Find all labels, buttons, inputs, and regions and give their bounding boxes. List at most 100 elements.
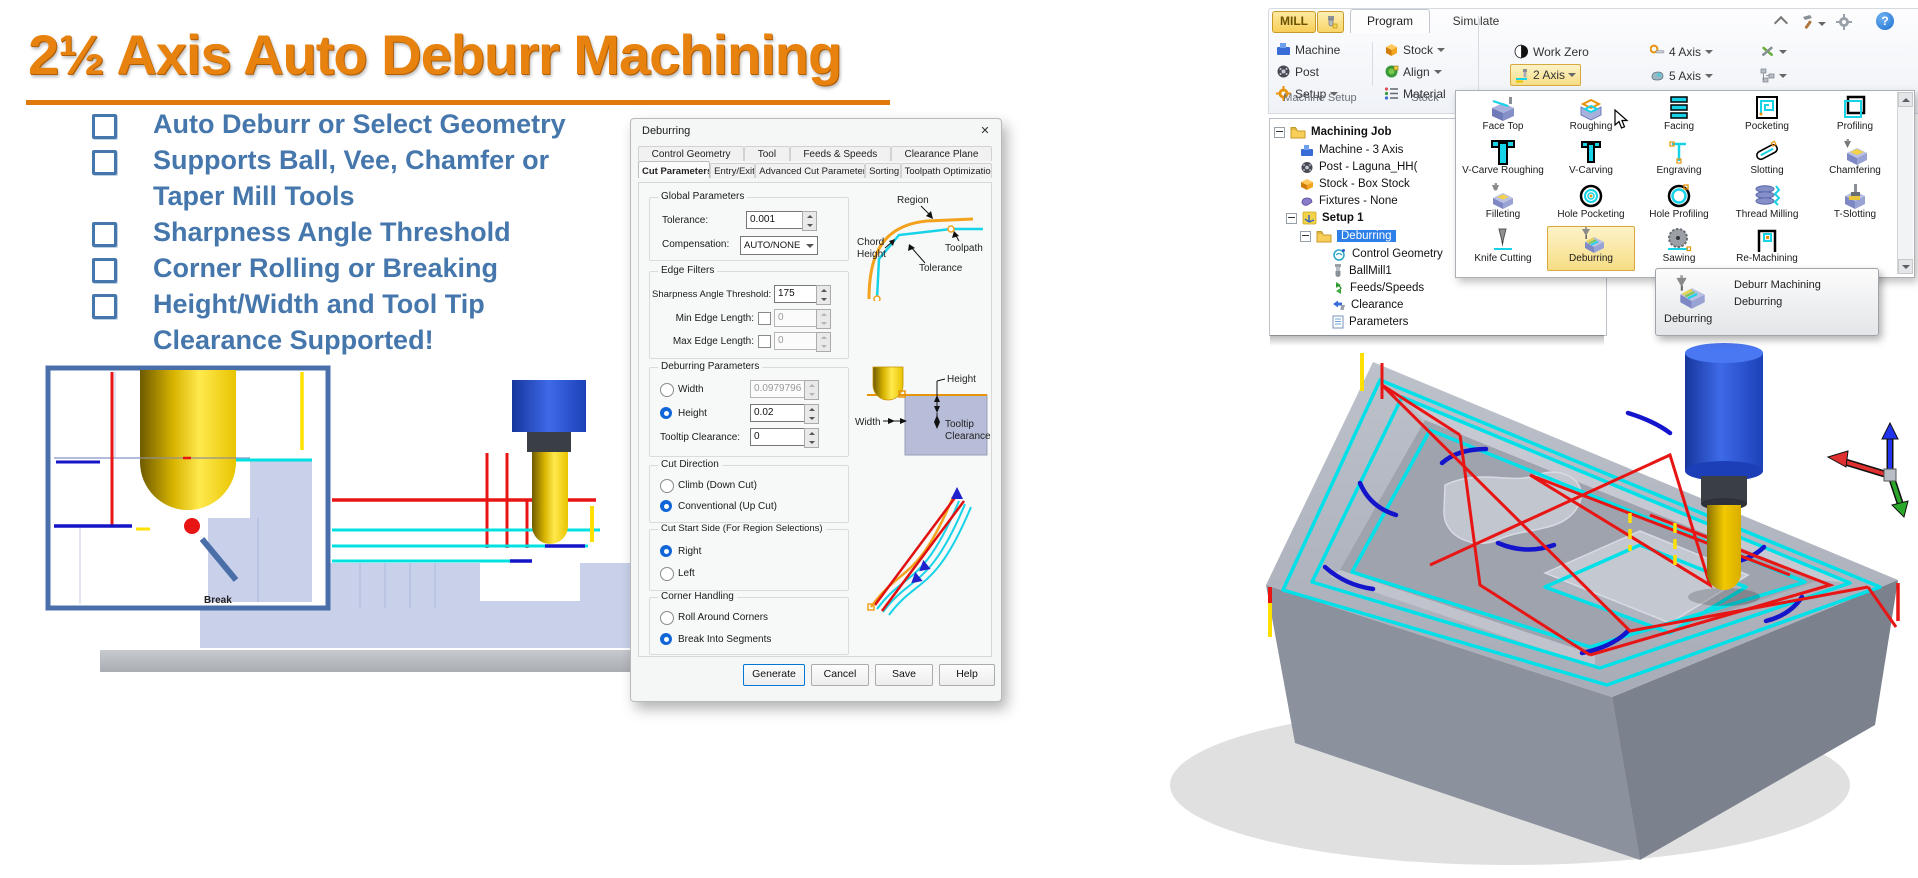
- gallery-item-v-carving[interactable]: V-Carving: [1548, 139, 1634, 182]
- width-radio[interactable]: [660, 383, 674, 397]
- tolerance-spinner[interactable]: [802, 211, 817, 231]
- tab-toolpath-optimization[interactable]: Toolpath Optimization: [901, 163, 992, 178]
- gear-icon[interactable]: [1834, 13, 1854, 31]
- 5-axis-button[interactable]: 5 Axis: [1650, 66, 1713, 85]
- v-carve-roughing-icon: [1460, 139, 1546, 165]
- tab-sorting[interactable]: Sorting: [865, 163, 901, 178]
- gallery-item-re-machining[interactable]: Re-Machining: [1724, 227, 1810, 270]
- width-input[interactable]: 0.0979796: [750, 380, 810, 398]
- tab-program[interactable]: Program: [1350, 9, 1430, 33]
- tab-entry-exit[interactable]: Entry/Exit: [710, 163, 755, 178]
- gallery-item-knife-cutting[interactable]: Knife Cutting: [1460, 227, 1546, 270]
- gallery-item-engraving[interactable]: Engraving: [1636, 139, 1722, 182]
- save-button[interactable]: Save: [875, 664, 933, 686]
- machining-3d-view[interactable]: [1030, 335, 1918, 878]
- tree-node-control-geometry[interactable]: Control Geometry: [1332, 246, 1443, 262]
- collapse-icon[interactable]: [1300, 231, 1311, 242]
- min-edge-checkbox[interactable]: [758, 312, 771, 325]
- tree-node-stock[interactable]: Stock - Box Stock: [1300, 176, 1410, 192]
- min-edge-spinner[interactable]: [816, 309, 831, 329]
- toolpath-label: Toolpath: [945, 243, 983, 254]
- tree-node-fixtures[interactable]: Fixtures - None: [1300, 193, 1398, 209]
- help-button[interactable]: Help: [939, 664, 995, 686]
- gallery-item-face-top[interactable]: Face Top: [1460, 95, 1546, 138]
- gallery-item-hole-pocketing[interactable]: Hole Pocketing: [1548, 183, 1634, 226]
- sharpness-input[interactable]: 175: [774, 285, 822, 303]
- tree-node-setup-1[interactable]: Setup 1: [1286, 210, 1364, 226]
- tree-node-feeds-speeds[interactable]: Feeds/Speeds: [1332, 280, 1424, 296]
- collapse-icon[interactable]: [1274, 127, 1285, 138]
- gallery-item-t-slotting[interactable]: T-Slotting: [1812, 183, 1898, 226]
- cancel-button[interactable]: Cancel: [811, 664, 869, 686]
- gallery-item-facing[interactable]: Facing: [1636, 95, 1722, 138]
- tree-node-ballmill[interactable]: BallMill1: [1332, 263, 1392, 279]
- work-zero-button[interactable]: Work Zero: [1514, 42, 1589, 61]
- tooltip-clearance-input[interactable]: 0: [750, 428, 810, 446]
- ribbon-machine-button[interactable]: Machine: [1276, 40, 1340, 59]
- min-edge-input[interactable]: 0: [774, 309, 822, 327]
- gallery-item-v-carve-roughing[interactable]: V-Carve Roughing: [1460, 139, 1546, 182]
- checkbox-icon: [92, 294, 117, 319]
- max-edge-checkbox[interactable]: [758, 335, 771, 348]
- hammer-dropdown-icon[interactable]: [1818, 22, 1826, 30]
- 2-axis-button-active[interactable]: 2 Axis: [1510, 64, 1581, 86]
- gallery-item-pocketing[interactable]: Pocketing: [1724, 95, 1810, 138]
- scroll-down-icon[interactable]: [1898, 259, 1913, 274]
- gallery-scrollbar[interactable]: [1897, 92, 1913, 274]
- tree-node-machine[interactable]: Machine - 3 Axis: [1300, 142, 1403, 158]
- tab-clearance-plane[interactable]: Clearance Plane: [891, 146, 992, 161]
- tab-advanced-cut-parameters[interactable]: Advanced Cut Parameters: [755, 163, 865, 178]
- break-into-segments-radio[interactable]: [660, 633, 672, 645]
- gallery-item-slotting[interactable]: Slotting: [1724, 139, 1810, 182]
- gallery-item-chamfering[interactable]: Chamfering: [1812, 139, 1898, 182]
- tooltip-clearance-spinner[interactable]: [804, 428, 819, 448]
- tree-node-parameters[interactable]: Parameters: [1332, 314, 1408, 330]
- ribbon-stock-button[interactable]: Stock: [1384, 40, 1445, 59]
- tolerance-input[interactable]: 0.001: [746, 211, 808, 229]
- compensation-select[interactable]: AUTO/NONE: [740, 236, 818, 255]
- tab-control-geometry[interactable]: Control Geometry: [638, 146, 744, 161]
- width-spinner[interactable]: [804, 380, 819, 400]
- tab-tool[interactable]: Tool: [744, 146, 790, 161]
- tree-node-clearance[interactable]: Clearance: [1332, 297, 1403, 313]
- gallery-item-thread-milling[interactable]: Thread Milling: [1724, 183, 1810, 226]
- height-spinner[interactable]: [804, 404, 819, 424]
- tab-cut-parameters[interactable]: Cut Parameters: [638, 161, 710, 178]
- 4-axis-button[interactable]: 4 Axis: [1650, 42, 1713, 61]
- collapse-icon[interactable]: [1286, 213, 1297, 224]
- tab-simulate[interactable]: Simulate: [1436, 11, 1516, 31]
- gallery-item-profiling[interactable]: Profiling: [1812, 95, 1898, 138]
- left-radio[interactable]: [660, 567, 674, 581]
- hammer-icon[interactable]: [1798, 13, 1818, 31]
- ribbon-align-button[interactable]: Align: [1384, 62, 1442, 81]
- height-input[interactable]: 0.02: [750, 404, 810, 422]
- gallery-item-sawing[interactable]: Sawing: [1636, 227, 1722, 270]
- right-radio[interactable]: [660, 545, 672, 557]
- sharpness-spinner[interactable]: [816, 285, 831, 305]
- gallery-item-hole-profiling[interactable]: Hole Profiling: [1636, 183, 1722, 226]
- ribbon-post-button[interactable]: Post: [1276, 62, 1319, 81]
- mill-tool-icon: [1324, 15, 1338, 29]
- generate-button[interactable]: Generate: [743, 664, 805, 686]
- dialog-titlebar[interactable]: Deburring: [631, 119, 1001, 143]
- mill-tool-button[interactable]: [1317, 11, 1344, 33]
- toolbox-button[interactable]: [1760, 42, 1787, 61]
- gallery-item-filleting[interactable]: Filleting: [1460, 183, 1546, 226]
- help-icon[interactable]: [1876, 12, 1894, 30]
- max-edge-spinner[interactable]: [816, 332, 831, 352]
- tab-mill[interactable]: MILL: [1272, 11, 1316, 33]
- right-label: Right: [678, 546, 701, 557]
- tree-node-machining-job[interactable]: Machining Job: [1274, 124, 1392, 140]
- tree-node-deburring[interactable]: Deburring: [1300, 228, 1396, 244]
- max-edge-input[interactable]: 0: [774, 332, 822, 350]
- roll-around-corners-radio[interactable]: [660, 611, 674, 625]
- height-radio[interactable]: [660, 407, 672, 419]
- hierarchy-button[interactable]: [1760, 66, 1787, 85]
- tree-node-post[interactable]: Post - Laguna_HH(: [1300, 159, 1417, 175]
- gallery-item-deburring-active[interactable]: Deburring: [1547, 226, 1635, 271]
- climb-radio[interactable]: [660, 479, 674, 493]
- close-icon[interactable]: [977, 123, 993, 139]
- scroll-up-icon[interactable]: [1898, 92, 1913, 107]
- tab-feeds-speeds[interactable]: Feeds & Speeds: [790, 146, 891, 161]
- conventional-radio[interactable]: [660, 500, 672, 512]
